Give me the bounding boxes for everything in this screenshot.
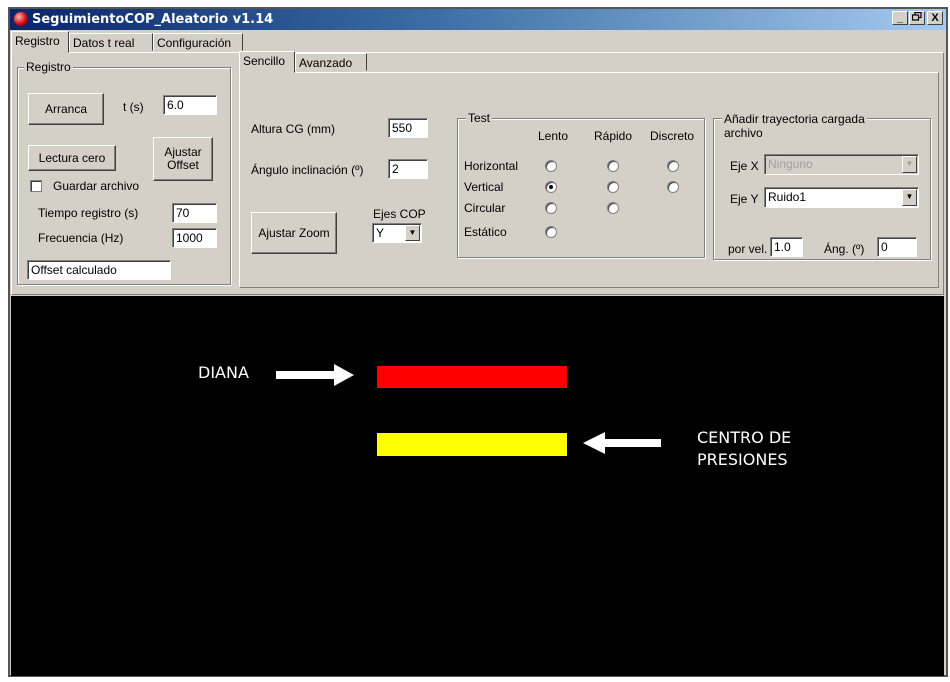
test-col-discreto: Discreto <box>650 129 695 143</box>
trayectoria-group-legend: Añadir trayectoria cargada archivo <box>722 112 867 140</box>
test-row-horizontal: Horizontal <box>464 159 519 173</box>
ejes-cop-value: Y <box>376 226 385 240</box>
frecuencia-input[interactable]: 1000 <box>172 228 217 248</box>
trayectoria-legend-line1: Añadir trayectoria cargada <box>724 112 865 126</box>
radio-circular-lento[interactable] <box>545 202 557 214</box>
test-row-estatico: Estático <box>464 225 507 239</box>
app-icon[interactable] <box>14 12 28 26</box>
cop-annotation-line1: CENTRO DE <box>697 428 792 447</box>
radio-horizontal-discreto[interactable] <box>667 160 679 172</box>
ang-input[interactable]: 0 <box>877 237 917 257</box>
diana-target-bar <box>377 366 567 388</box>
eje-x-value: Ninguno <box>768 157 813 171</box>
radio-horizontal-rapido[interactable] <box>607 160 619 172</box>
eje-x-select[interactable]: Ninguno ▼ <box>764 154 919 175</box>
chevron-down-icon[interactable]: ▼ <box>902 189 917 206</box>
cop-annotation: CENTRO DE PRESIONES <box>697 427 791 471</box>
test-group-legend: Test <box>466 111 493 125</box>
offset-calculado-field: Offset calculado <box>27 260 171 280</box>
tiempo-registro-input[interactable]: 70 <box>172 203 217 223</box>
frecuencia-label: Frecuencia (Hz) <box>38 231 124 245</box>
eje-y-select[interactable]: Ruido1 ▼ <box>764 187 919 208</box>
tab-registro[interactable]: Registro <box>11 31 69 53</box>
ajustar-zoom-button[interactable]: Ajustar Zoom <box>251 212 337 254</box>
left-arrow-icon <box>583 432 661 454</box>
chevron-down-icon[interactable]: ▼ <box>405 225 420 241</box>
test-row-circular: Circular <box>464 201 506 215</box>
radio-horizontal-lento[interactable] <box>545 160 557 172</box>
radio-estatico-lento[interactable] <box>545 226 557 238</box>
maximize-button[interactable] <box>909 11 925 25</box>
radio-vertical-discreto[interactable] <box>667 181 679 193</box>
app-window: SeguimientoCOP_Aleatorio v1.14 _ X Regis… <box>8 7 948 677</box>
cop-annotation-line2: PRESIONES <box>697 450 788 469</box>
eje-x-label: Eje X <box>730 159 759 173</box>
right-arrow-icon <box>276 364 354 386</box>
tab-sencillo[interactable]: Sencillo <box>239 51 295 73</box>
diana-annotation: DIANA <box>198 363 249 382</box>
lectura-cero-button[interactable]: Lectura cero <box>28 145 116 171</box>
trayectoria-legend-line2: archivo <box>724 126 763 140</box>
maximize-icon <box>911 11 922 21</box>
arranca-button[interactable]: Arranca <box>28 93 104 125</box>
radio-vertical-rapido[interactable] <box>607 181 619 193</box>
por-vel-label: por vel. <box>728 242 768 256</box>
guardar-archivo-checkbox[interactable] <box>30 180 42 192</box>
radio-circular-rapido[interactable] <box>607 202 619 214</box>
altura-cg-input[interactable]: 550 <box>388 118 428 138</box>
title-bar: SeguimientoCOP_Aleatorio v1.14 _ X <box>10 9 946 30</box>
test-row-vertical: Vertical <box>464 180 504 194</box>
eje-y-value: Ruido1 <box>768 190 807 204</box>
angulo-inclinacion-input[interactable]: 2 <box>388 159 428 179</box>
ang-label: Áng. (º) <box>824 242 865 256</box>
angulo-inclinacion-label: Ángulo inclinación (º) <box>251 163 364 177</box>
guardar-archivo-label: Guardar archivo <box>53 179 140 193</box>
close-button[interactable]: X <box>927 11 943 25</box>
window-title: SeguimientoCOP_Aleatorio v1.14 <box>32 12 274 27</box>
radio-vertical-lento[interactable] <box>545 181 557 193</box>
t-label: t (s) <box>123 100 144 114</box>
tiempo-registro-label: Tiempo registro (s) <box>38 206 139 220</box>
ajustar-offset-button[interactable]: Ajustar Offset <box>153 137 213 181</box>
t-input[interactable]: 6.0 <box>163 95 217 115</box>
ejes-cop-select[interactable]: Y ▼ <box>372 223 422 243</box>
tab-avanzado[interactable]: Avanzado <box>295 53 367 71</box>
altura-cg-label: Altura CG (mm) <box>251 122 335 136</box>
por-vel-input[interactable]: 1.0 <box>770 237 803 257</box>
minimize-button[interactable]: _ <box>892 11 908 25</box>
chevron-down-icon[interactable]: ▼ <box>902 156 917 173</box>
registro-group-legend: Registro <box>24 60 73 74</box>
tab-datos-t-real[interactable]: Datos t real <box>69 33 153 51</box>
tab-configuracion[interactable]: Configuración <box>153 33 243 51</box>
ejes-cop-label: Ejes COP <box>373 207 426 221</box>
tracking-canvas[interactable]: DIANA CENTRO DE PRESIONES <box>11 296 944 676</box>
test-col-lento: Lento <box>538 129 569 143</box>
cop-bar <box>377 433 567 456</box>
test-col-rapido: Rápido <box>594 129 633 143</box>
eje-y-label: Eje Y <box>730 192 759 206</box>
